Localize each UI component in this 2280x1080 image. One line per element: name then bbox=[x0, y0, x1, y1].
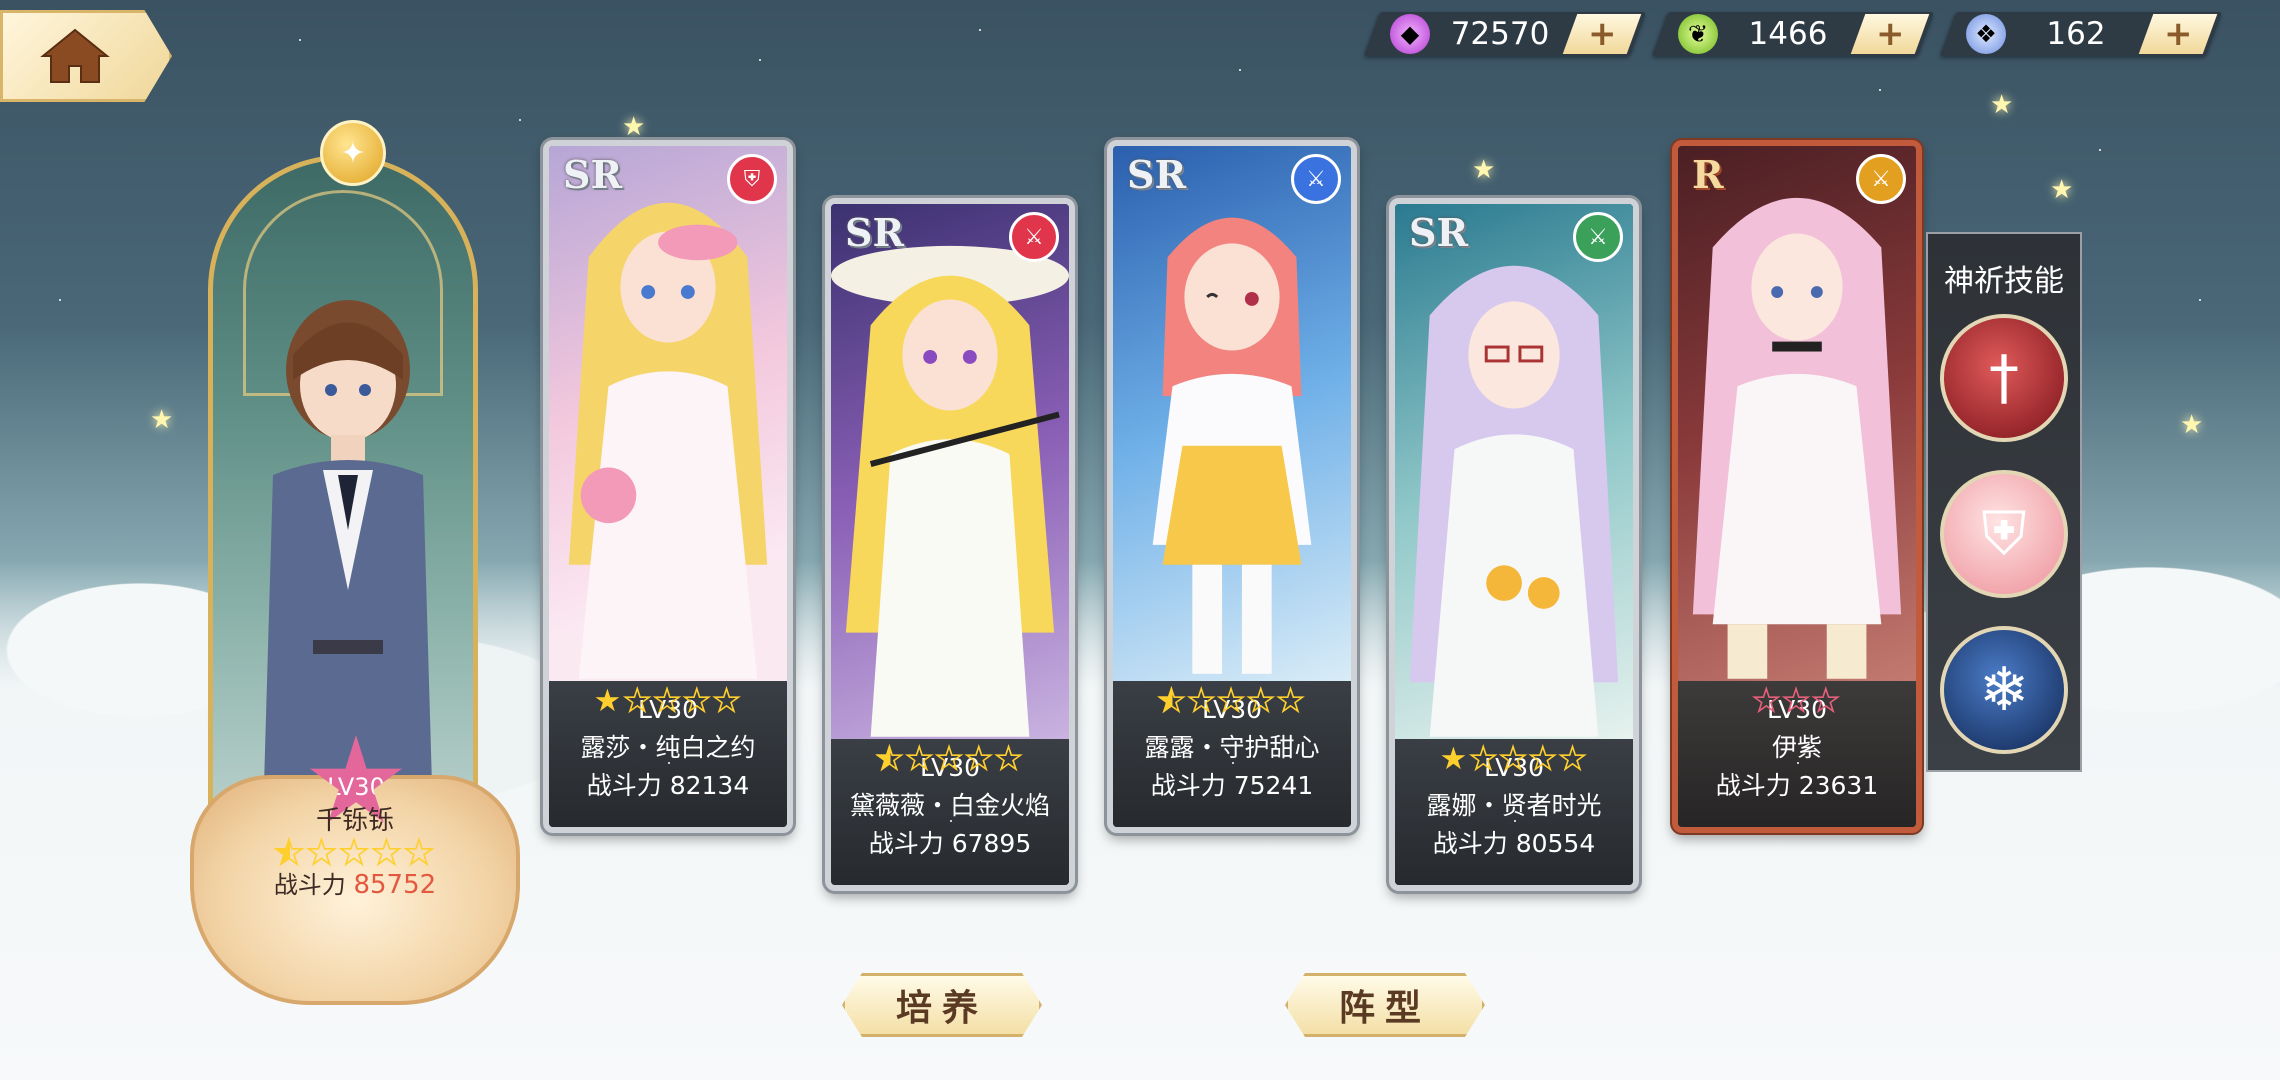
card-level: LV30 bbox=[1766, 695, 1828, 724]
home-icon bbox=[40, 28, 110, 83]
sky-star-icon: ★ bbox=[622, 112, 646, 142]
sky-star-icon: ★ bbox=[1472, 155, 1496, 185]
character-portrait: R ⚔ bbox=[1678, 146, 1916, 681]
card-name: 露露・守护甜心 bbox=[1144, 733, 1320, 762]
character-card[interactable]: R ⚔ LV30 伊紫 ★★★ 战斗力 23631 bbox=[1672, 140, 1922, 833]
add-leaf-button[interactable]: + bbox=[1850, 14, 1930, 54]
sword-role-icon: ⚔ bbox=[1573, 212, 1623, 262]
card-info: LV30 伊紫 ★★★ 战斗力 23631 bbox=[1678, 681, 1916, 827]
rarity-badge: R bbox=[1692, 152, 1724, 197]
hero-portrait-frame bbox=[208, 155, 478, 875]
currency-leaf: ❦ 1466 + bbox=[1651, 12, 1935, 56]
blue-crystal-icon: ❖ bbox=[1966, 14, 2006, 54]
character-portrait: SR ⚔ bbox=[831, 204, 1069, 739]
sky-star-icon: ★ bbox=[1990, 90, 2014, 120]
currency-value: 72570 bbox=[1450, 16, 1550, 52]
sky-star-icon: ★ bbox=[2050, 175, 2074, 205]
rarity-badge: SR bbox=[563, 152, 623, 197]
sword-role-icon: ✦ bbox=[320, 120, 386, 186]
card-level: LV30 bbox=[1201, 695, 1263, 724]
card-info: LV30 露娜・贤者时光 ★★★★★ 战斗力 80554 bbox=[1395, 739, 1633, 885]
card-info: LV30 黛薇薇・白金火焰 ★★★★★ 战斗力 67895 bbox=[831, 739, 1069, 885]
add-crystal-button[interactable]: + bbox=[2138, 14, 2218, 54]
red-sword-skill-icon[interactable]: † bbox=[1940, 314, 2068, 442]
purple-gem-icon: ◆ bbox=[1390, 14, 1430, 54]
card-info: LV30 露莎・纯白之约 ★★★★★ 战斗力 82134 bbox=[549, 681, 787, 827]
add-gems-button[interactable]: + bbox=[1562, 14, 1642, 54]
divine-skill-panel: 神祈技能 † ⛨ ❄ bbox=[1926, 232, 2082, 772]
character-card[interactable]: SR ⚔ LV30 露露・守护甜心 ★★★★★ 战斗力 75241 bbox=[1107, 140, 1357, 833]
rarity-badge: SR bbox=[1127, 152, 1187, 197]
currency-gems: ◆ 72570 + bbox=[1363, 12, 1647, 56]
card-power: 战斗力 80554 bbox=[1432, 829, 1596, 858]
card-name: 露娜・贤者时光 bbox=[1426, 791, 1602, 820]
rarity-badge: SR bbox=[845, 210, 905, 255]
formation-button[interactable]: 阵型 bbox=[1285, 973, 1485, 1037]
home-button[interactable] bbox=[0, 10, 172, 102]
character-portrait: SR ⛨ bbox=[549, 146, 787, 681]
card-name: 露莎・纯白之约 bbox=[580, 733, 756, 762]
card-power: 战斗力 23631 bbox=[1715, 771, 1879, 800]
pink-shield-skill-icon[interactable]: ⛨ bbox=[1940, 470, 2068, 598]
card-power: 战斗力 82134 bbox=[586, 771, 750, 800]
character-card[interactable]: SR ⛨ LV30 露莎・纯白之约 ★★★★★ 战斗力 82134 bbox=[543, 140, 793, 833]
sky-star-icon: ★ bbox=[150, 405, 174, 435]
card-name: 伊紫 bbox=[1771, 733, 1822, 762]
skill-panel-title: 神祈技能 bbox=[1944, 264, 2064, 299]
card-level: LV30 bbox=[1483, 753, 1545, 782]
card-power: 战斗力 67895 bbox=[868, 829, 1032, 858]
character-card[interactable]: SR ⚔ LV30 露娜・贤者时光 ★★★★★ 战斗力 80554 bbox=[1389, 198, 1639, 891]
hero-card[interactable]: ✦ LV30 千铄铄 ★★★★★ 战斗力 85752 bbox=[190, 95, 520, 1005]
currency-value: 162 bbox=[2046, 16, 2106, 52]
shield-role-icon: ⛨ bbox=[727, 154, 777, 204]
character-portrait: SR ⚔ bbox=[1395, 204, 1633, 739]
sword-role-icon: ⚔ bbox=[1009, 212, 1059, 262]
card-level: LV30 bbox=[637, 695, 699, 724]
sky-star-icon: ★ bbox=[2180, 410, 2204, 440]
card-info: LV30 露露・守护甜心 ★★★★★ 战斗力 75241 bbox=[1113, 681, 1351, 827]
train-button[interactable]: 培养 bbox=[842, 973, 1042, 1037]
card-name: 黛薇薇・白金火焰 bbox=[849, 791, 1050, 820]
rarity-badge: SR bbox=[1409, 210, 1469, 255]
hero-power: 战斗力 85752 bbox=[273, 870, 437, 900]
character-portrait: SR ⚔ bbox=[1113, 146, 1351, 681]
green-leaf-icon: ❦ bbox=[1678, 14, 1718, 54]
character-card[interactable]: SR ⚔ LV30 黛薇薇・白金火焰 ★★★★★ 战斗力 67895 bbox=[825, 198, 1075, 891]
card-level: LV30 bbox=[919, 753, 981, 782]
currency-crystal: ❖ 162 + bbox=[1939, 12, 2223, 56]
blue-snowflake-skill-icon[interactable]: ❄ bbox=[1940, 626, 2068, 754]
card-power: 战斗力 75241 bbox=[1150, 771, 1314, 800]
hero-name: 千铄铄 bbox=[315, 806, 394, 836]
currency-value: 1466 bbox=[1748, 16, 1828, 52]
sword-role-icon: ⚔ bbox=[1856, 154, 1906, 204]
sword-role-icon: ⚔ bbox=[1291, 154, 1341, 204]
